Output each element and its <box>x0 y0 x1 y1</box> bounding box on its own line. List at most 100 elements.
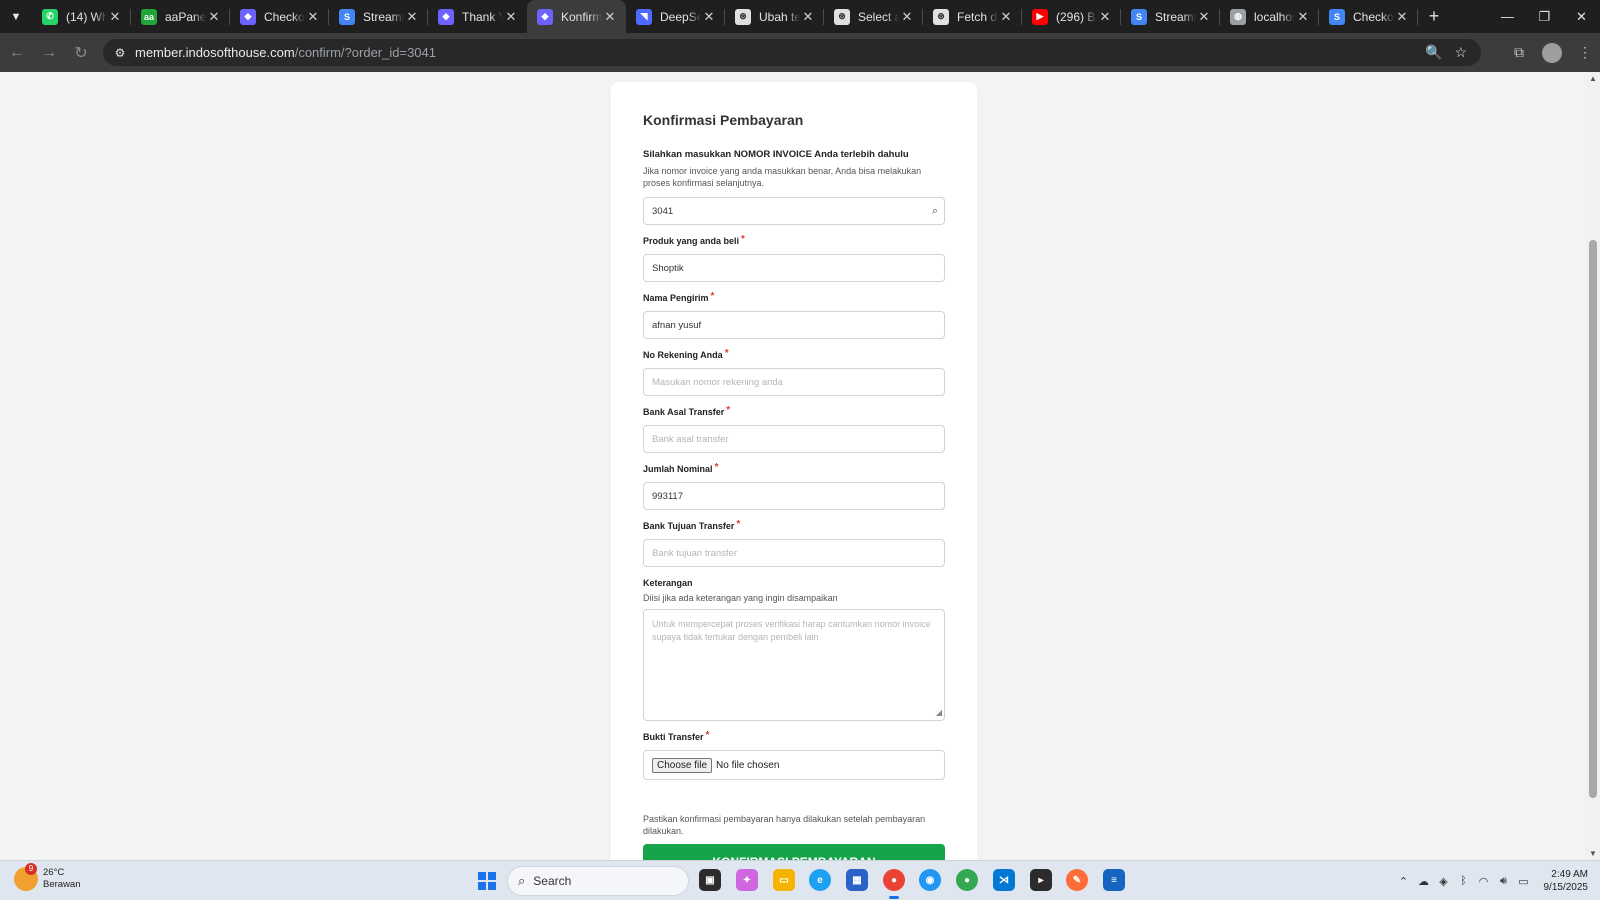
edge-browser-icon[interactable]: e <box>809 869 831 891</box>
browser-tab[interactable]: ⊛ Ubah teks✕ <box>725 0 824 33</box>
system-clock[interactable]: 2:49 AM 9/15/2025 <box>1544 868 1589 894</box>
close-window-icon[interactable]: ✕ <box>1563 0 1600 33</box>
tab-close-icon[interactable]: ✕ <box>1295 9 1311 25</box>
profile-avatar[interactable] <box>1542 42 1562 63</box>
browser-tab[interactable]: ◍ localhost✕ <box>1220 0 1319 33</box>
windows-start-icon[interactable] <box>478 872 496 890</box>
tab-close-icon[interactable]: ✕ <box>701 9 717 25</box>
s-logo-icon: S <box>339 8 355 25</box>
tray-app-icon[interactable]: ◈ <box>1434 875 1454 888</box>
submit-confirmation-button[interactable]: KONFIRMASI PEMBAYARAN <box>643 844 945 860</box>
tab-close-icon[interactable]: ✕ <box>998 9 1014 25</box>
address-bar[interactable]: ⚙ member.indosofthouse.com/confirm/?orde… <box>103 39 1481 66</box>
produk-input[interactable]: Shoptik <box>643 254 945 282</box>
restore-icon[interactable]: ❐ <box>1526 0 1563 33</box>
jumlah-value: 993117 <box>652 490 683 502</box>
url-text[interactable]: member.indosofthouse.com/confirm/?order_… <box>135 45 436 60</box>
scroll-down-arrow-icon[interactable]: ▼ <box>1586 849 1600 858</box>
wifi-icon[interactable]: ◠ <box>1474 875 1494 888</box>
invoice-input[interactable]: 3041 ⌕ <box>643 197 945 225</box>
weather-cloud-sun-icon: 9 <box>14 863 38 891</box>
browser-tab[interactable]: S Checkout✕ <box>1319 0 1418 33</box>
nama-label: Nama Pengirim * <box>643 291 715 303</box>
minimize-icon[interactable]: — <box>1489 0 1526 33</box>
tab-close-icon[interactable]: ✕ <box>800 9 816 25</box>
postman-icon[interactable]: ✎ <box>1066 869 1088 891</box>
reload-icon[interactable]: ↻ <box>66 38 96 68</box>
tray-chevron-up-icon[interactable]: ⌃ <box>1394 875 1414 888</box>
tab-close-icon[interactable]: ✕ <box>305 9 321 25</box>
terminal-icon[interactable]: ▸ <box>1030 869 1052 891</box>
tab-close-icon[interactable]: ✕ <box>899 9 915 25</box>
tab-close-icon[interactable]: ✕ <box>602 9 618 25</box>
vscode-icon[interactable]: ⋊ <box>993 869 1015 891</box>
browser-tab[interactable]: ▶ (296) BAN✕ <box>1022 0 1121 33</box>
microsoft-store-icon[interactable]: ▦ <box>846 869 868 891</box>
produk-label: Produk yang anda beli * <box>643 234 745 246</box>
page-scrollbar[interactable]: ▲ ▼ <box>1586 72 1600 860</box>
new-tab-plus-icon[interactable]: + <box>1418 0 1450 33</box>
chrome-profile-icon[interactable]: ● <box>956 869 978 891</box>
back-arrow-icon[interactable]: ← <box>2 38 32 68</box>
bank-asal-input[interactable]: Bank asal transfer <box>643 425 945 453</box>
tab-close-icon[interactable]: ✕ <box>404 9 420 25</box>
file-explorer-icon[interactable]: ▭ <box>773 869 795 891</box>
choose-file-button[interactable]: Choose file <box>652 757 713 773</box>
scroll-up-arrow-icon[interactable]: ▲ <box>1586 74 1600 83</box>
browser-menu-icon[interactable]: ⋮ <box>1570 44 1600 61</box>
browser-tab[interactable]: S Streamo ✕ <box>329 0 428 33</box>
chatgpt-icon: ⊛ <box>834 8 850 25</box>
tab-close-icon[interactable]: ✕ <box>503 9 519 25</box>
bluetooth-icon[interactable]: ᛒ <box>1454 875 1474 887</box>
battery-icon[interactable]: ▭ <box>1514 875 1534 888</box>
keterangan-textarea[interactable]: Untuk mempercepat proses verifikasi hara… <box>643 609 945 721</box>
browser-tab[interactable]: ◥ DeepSeek✕ <box>626 0 725 33</box>
bank-tujuan-input[interactable]: Bank tujuan transfer <box>643 539 945 567</box>
tab-title: localhost <box>1254 9 1295 24</box>
invoice-instruction-title: Silahkan masukkan NOMOR INVOICE Anda ter… <box>643 149 909 160</box>
tab-close-icon[interactable]: ✕ <box>107 9 123 25</box>
browser-tab[interactable]: ⊛ Fetch data✕ <box>923 0 1022 33</box>
tab-close-icon[interactable]: ✕ <box>1394 9 1410 25</box>
scrollbar-thumb[interactable] <box>1589 240 1597 798</box>
browser-tab[interactable]: ◆ Konfirmasi✕ <box>527 0 626 33</box>
deepseek-icon: ◥ <box>636 8 652 25</box>
forward-arrow-icon[interactable]: → <box>34 38 64 68</box>
browser-tab[interactable]: ⊛ Select all✕ <box>824 0 923 33</box>
weather-widget[interactable]: 9 26°C Berawan <box>14 863 81 891</box>
search-icon[interactable]: ⌕ <box>932 205 938 218</box>
onedrive-cloud-icon[interactable]: ☁ <box>1414 875 1434 888</box>
copilot-icon[interactable]: ✦ <box>736 869 758 891</box>
browser-tab[interactable]: ◆ Checkout✕ <box>230 0 329 33</box>
app-bubble-icon[interactable]: ◉ <box>919 869 941 891</box>
whatsapp-icon: ✆ <box>42 8 58 25</box>
notepad-icon[interactable]: ≡ <box>1103 869 1125 891</box>
rekening-input[interactable]: Masukan nomor rekening anda <box>643 368 945 396</box>
tab-close-icon[interactable]: ✕ <box>1196 9 1212 25</box>
browser-tab[interactable]: ✆ (14) WhatsApp✕ <box>32 0 131 33</box>
site-settings-icon[interactable]: ⚙ <box>107 46 133 60</box>
browser-tab[interactable]: aa aaPanel Linux✕ <box>131 0 230 33</box>
nama-input[interactable]: afnan yusuf <box>643 311 945 339</box>
browser-tab[interactable]: ◆ Thank You✕ <box>428 0 527 33</box>
taskbar-search-box[interactable]: ⌕ Search <box>507 866 689 896</box>
browser-tab[interactable]: S Streamo ✕ <box>1121 0 1220 33</box>
nama-field: Nama Pengirim * afnan yusuf <box>643 291 945 339</box>
tab-close-icon[interactable]: ✕ <box>1097 9 1113 25</box>
resize-grip-icon[interactable]: ◢ <box>936 706 942 719</box>
chrome-icon[interactable]: ● <box>883 869 905 891</box>
weather-badge: 9 <box>25 863 37 875</box>
extensions-puzzle-icon[interactable]: ⧉ <box>1504 44 1534 61</box>
tab-close-icon[interactable]: ✕ <box>206 9 222 25</box>
tab-strip: ▼ ✆(14) WhatsApp✕aaaaPanel Linux✕◆Checko… <box>0 0 1600 33</box>
tab-search-chevron-icon[interactable]: ▼ <box>0 0 32 33</box>
keterangan-field: Keterangan Diisi jika ada keterangan yan… <box>643 578 945 721</box>
jumlah-input[interactable]: 993117 <box>643 482 945 510</box>
task-view-icon[interactable]: ▣ <box>699 869 721 891</box>
required-asterisk: * <box>714 462 719 473</box>
zoom-magnifier-icon[interactable]: 🔍 <box>1425 44 1442 61</box>
bookmark-star-icon[interactable]: ☆ <box>1454 44 1467 61</box>
volume-icon[interactable]: 🔊︎ <box>1494 875 1514 888</box>
keterangan-label: Keterangan <box>643 578 693 588</box>
bukti-file-input[interactable]: Choose file No file chosen <box>643 750 945 780</box>
